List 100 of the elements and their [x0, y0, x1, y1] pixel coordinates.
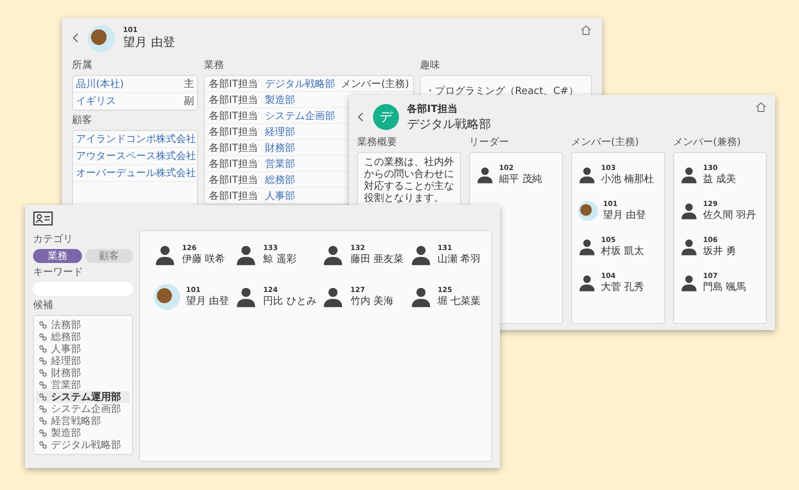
- id-card-icon[interactable]: [33, 211, 53, 226]
- department-link[interactable]: 製造部: [265, 92, 295, 106]
- link-icon: [39, 429, 47, 437]
- overview-text: この業務は、社内外からの問い合わせに対応することが主な役割となります。: [364, 157, 454, 205]
- person-icon: [410, 286, 432, 308]
- back-icon[interactable]: [72, 32, 80, 44]
- candidate-item[interactable]: デジタル戦略部: [36, 439, 130, 451]
- section-label: 顧客: [72, 114, 93, 127]
- role-text: 副: [184, 95, 194, 108]
- table-cell-text: 各部IT担当: [209, 126, 258, 138]
- link-icon: [39, 321, 47, 329]
- home-icon[interactable]: [580, 24, 592, 36]
- department-link[interactable]: 経理部: [265, 124, 295, 138]
- person-icon: [680, 274, 698, 292]
- department-name: デジタル戦略部: [407, 116, 491, 132]
- table-cell-text: メンバー(主務): [341, 78, 409, 90]
- employee-name: 門島 颯馬: [703, 280, 746, 294]
- section-label: メンバー(主務): [571, 136, 640, 149]
- candidate-item[interactable]: 経理部: [36, 355, 130, 367]
- section-label: メンバー(兼務): [673, 136, 742, 149]
- department-link[interactable]: 人事部: [265, 188, 295, 202]
- candidate-item[interactable]: 製造部: [36, 427, 130, 439]
- employee-name: 望月 由登: [603, 208, 646, 222]
- person-icon: [578, 238, 596, 256]
- office-link[interactable]: 品川(本社): [76, 77, 124, 91]
- department-link[interactable]: 総務部: [265, 172, 295, 186]
- candidate-item[interactable]: システム企画部: [36, 403, 130, 415]
- table-cell-text: 各部IT担当: [209, 174, 258, 186]
- person-icon: [322, 286, 344, 308]
- employee-name: 大菅 孔秀: [601, 280, 644, 294]
- employee-name: 細平 茂純: [499, 172, 542, 186]
- employee-name: 望月 由登: [123, 34, 175, 50]
- candidate-item[interactable]: システム運用部: [36, 391, 130, 403]
- employee-name: 藤田 亜友菜: [350, 252, 404, 266]
- department-category: 各部IT担当: [407, 102, 459, 116]
- employee-name: 鯨 遥彩: [263, 252, 296, 266]
- candidate-item[interactable]: 総務部: [36, 331, 130, 343]
- section-label: 業務: [204, 59, 225, 72]
- employee-name: 堀 七菜葉: [438, 294, 481, 308]
- customer-link[interactable]: オーバーデュール株式会社: [76, 166, 196, 180]
- employee-name: 益 成美: [703, 172, 736, 186]
- candidate-item[interactable]: 財務部: [36, 367, 130, 379]
- back-icon[interactable]: [357, 111, 365, 123]
- department-link[interactable]: システム企画部: [265, 108, 335, 122]
- employee-name: 望月 由登: [186, 294, 230, 308]
- category-toggle[interactable]: 業務: [33, 249, 82, 263]
- link-icon: [39, 381, 47, 389]
- link-icon: [39, 417, 47, 425]
- link-icon: [39, 405, 47, 413]
- person-icon: [322, 244, 344, 266]
- keyword-label: キーワード: [33, 266, 84, 279]
- department-link[interactable]: 財務部: [265, 140, 295, 154]
- table-cell-text: 各部IT担当: [209, 142, 258, 154]
- person-icon: [235, 286, 258, 308]
- customer-link[interactable]: アウタースペース株式会社: [76, 149, 196, 163]
- person-icon: [476, 166, 494, 184]
- link-icon: [39, 357, 47, 365]
- photo-placeholder: [154, 284, 180, 310]
- candidate-item[interactable]: 法務部: [36, 319, 130, 331]
- link-icon: [39, 333, 47, 341]
- person-icon: [235, 244, 258, 266]
- table-cell-text: 各部IT担当: [209, 94, 258, 106]
- category-toggle[interactable]: 顧客: [84, 249, 133, 263]
- role-text: 主: [184, 78, 194, 91]
- department-link[interactable]: デジタル戦略部: [265, 76, 335, 90]
- office-link[interactable]: イギリス: [76, 94, 116, 108]
- category-label: カテゴリ: [33, 233, 74, 246]
- person-icon: [410, 244, 432, 266]
- candidate-item[interactable]: 人事部: [36, 343, 130, 355]
- person-icon: [578, 274, 596, 292]
- employee-name: 村坂 凱太: [601, 244, 644, 258]
- photo-placeholder: [578, 201, 598, 221]
- section-label: 趣味: [420, 59, 441, 72]
- candidate-item[interactable]: 経営戦略部: [36, 415, 130, 427]
- candidates-label: 候補: [33, 299, 54, 312]
- table-cell-text: 各部IT担当: [209, 110, 258, 122]
- employee-name: 坂井 勇: [703, 244, 736, 258]
- employee-name: 伊藤 咲希: [182, 252, 226, 266]
- employee-name: 山瀬 希羽: [438, 252, 481, 266]
- section-label: 業務概要: [357, 136, 398, 149]
- person-icon: [680, 202, 698, 220]
- link-icon: [39, 441, 47, 449]
- employee-name: 円比 ひとみ: [263, 294, 316, 308]
- person-icon: [154, 244, 176, 266]
- employee-name: 小池 楠那杜: [601, 172, 654, 186]
- section-label: リーダー: [469, 136, 510, 149]
- department-link[interactable]: 営業部: [265, 156, 295, 170]
- link-icon: [39, 369, 47, 377]
- employee-name: 竹内 美海: [350, 294, 394, 308]
- table-cell-text: 各部IT担当: [209, 78, 258, 90]
- candidate-item[interactable]: 営業部: [36, 379, 130, 391]
- customer-link[interactable]: アイランドコンポ株式会社: [76, 132, 196, 146]
- department-avatar: デ: [373, 104, 399, 130]
- home-icon[interactable]: [755, 101, 767, 113]
- table-cell-text: 各部IT担当: [209, 158, 258, 170]
- employee-name: 佐久間 羽丹: [703, 209, 756, 222]
- photo-placeholder: [88, 24, 115, 52]
- section-label: 所属: [72, 59, 93, 72]
- link-icon: [39, 393, 47, 401]
- person-icon: [680, 166, 698, 184]
